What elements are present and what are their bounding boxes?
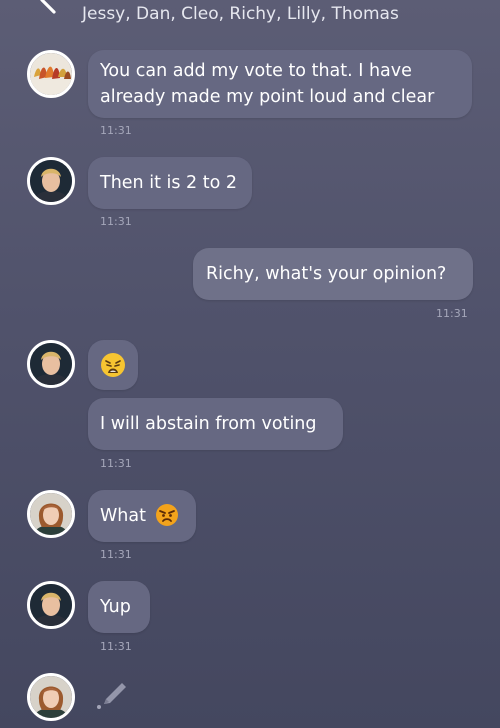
weary-face-emoji xyxy=(101,353,125,377)
red-haired-woman-avatar[interactable] xyxy=(27,673,75,721)
message-text-line: You can add my vote to that. I have xyxy=(100,61,412,81)
message-bubble[interactable]: You can add my vote to that. I have alre… xyxy=(88,50,472,118)
red-haired-woman-avatar[interactable] xyxy=(27,490,75,538)
blond-man-avatar[interactable] xyxy=(27,581,75,629)
message-bubble[interactable]: Yup xyxy=(88,581,150,633)
message-timestamp: 11:31 xyxy=(100,457,132,470)
message-text: Richy, what's your opinion? xyxy=(206,264,447,284)
autumn-leaves-avatar[interactable] xyxy=(27,50,75,98)
message-bubble[interactable]: What xyxy=(88,490,196,542)
message-timestamp: 11:31 xyxy=(436,307,468,320)
message-text-line: already made my point loud and clear xyxy=(100,87,435,107)
emoji-bubble[interactable] xyxy=(88,340,138,390)
blond-man-avatar[interactable] xyxy=(27,340,75,388)
message-timestamp: 11:31 xyxy=(100,215,132,228)
message-text: Then it is 2 to 2 xyxy=(100,173,237,193)
pencil-icon xyxy=(97,683,126,709)
message-timestamp: 11:31 xyxy=(100,548,132,561)
typing-indicator xyxy=(96,680,128,714)
message-bubble[interactable]: I will abstain from voting xyxy=(88,398,343,450)
blond-man-avatar[interactable] xyxy=(27,157,75,205)
angry-face-emoji xyxy=(155,503,178,526)
message-text: Yup xyxy=(100,597,131,617)
message-timestamp: 11:31 xyxy=(100,640,132,653)
message-timestamp: 11:31 xyxy=(100,124,132,137)
chat-title[interactable]: Jessy, Dan, Cleo, Richy, Lilly, Thomas xyxy=(82,4,399,24)
message-bubble[interactable]: Then it is 2 to 2 xyxy=(88,157,252,209)
chat-header: Jessy, Dan, Cleo, Richy, Lilly, Thomas xyxy=(0,0,500,34)
message-text: I will abstain from voting xyxy=(100,414,317,434)
back-button[interactable] xyxy=(36,0,58,14)
outgoing-message-bubble[interactable]: Richy, what's your opinion? xyxy=(193,248,473,300)
message-text: What xyxy=(100,506,146,526)
chevron-left-icon xyxy=(40,0,56,14)
